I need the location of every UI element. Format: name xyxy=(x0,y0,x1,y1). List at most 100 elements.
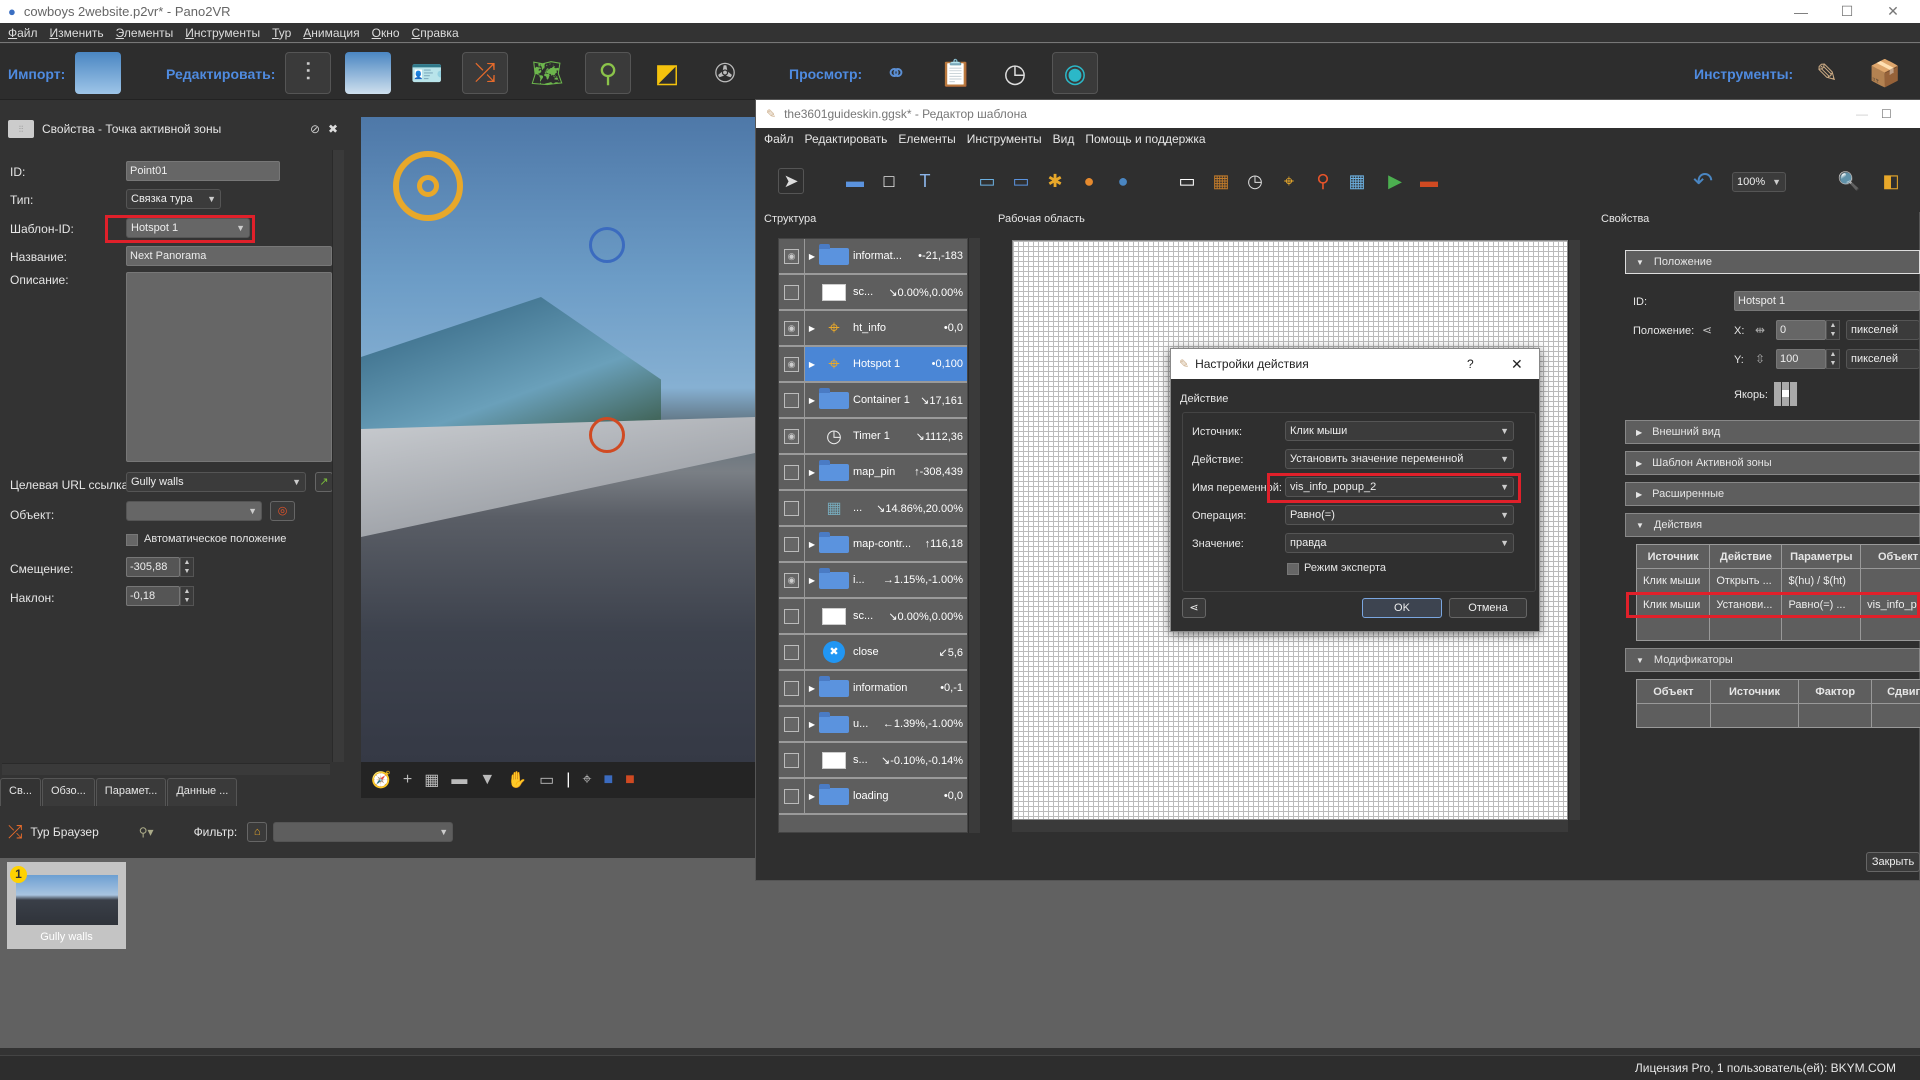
editor-menu-elements[interactable]: Елементы xyxy=(898,132,955,146)
value-select[interactable]: правда ▼ xyxy=(1285,533,1514,553)
table-row-empty[interactable] xyxy=(1635,616,1920,641)
video-icon[interactable]: ▶ xyxy=(1382,168,1408,194)
menu-help[interactable]: Справка xyxy=(412,26,459,40)
menu-edit[interactable]: Изменить xyxy=(50,26,104,40)
tree-item[interactable]: ▶ map_pin ↑-308,439 xyxy=(779,455,967,491)
compass-icon[interactable]: 🧭 xyxy=(371,770,391,790)
expert-mode-checkbox[interactable] xyxy=(1287,563,1299,575)
cloner-grid-icon[interactable]: ▦ xyxy=(1208,168,1234,194)
visibility-toggle[interactable] xyxy=(779,527,805,561)
expand-arrow-icon[interactable]: ▶ xyxy=(805,576,819,585)
pick-url-button[interactable]: ↗ xyxy=(315,472,333,492)
close-panel-icon[interactable]: ✖ xyxy=(328,122,338,136)
red-color-icon[interactable]: ■ xyxy=(625,771,635,789)
visibility-toggle[interactable] xyxy=(779,455,805,489)
zoom-select[interactable]: 100% ▼ xyxy=(1732,172,1786,192)
expand-arrow-icon[interactable]: ▶ xyxy=(805,720,819,729)
tree-item[interactable]: ◉ ▶ ⌖ ht_info •0,0 xyxy=(779,311,967,347)
undo-icon[interactable]: ↶ xyxy=(1690,168,1716,195)
properties-horizontal-scrollbar[interactable] xyxy=(2,763,330,775)
tree-item[interactable]: ◉ ▶ i... →1.15%,-1.00% xyxy=(779,563,967,599)
visibility-toggle[interactable] xyxy=(779,491,805,525)
id-input[interactable]: Point01 xyxy=(126,161,280,181)
hotspot-element-icon[interactable]: ⌖ xyxy=(1276,168,1302,194)
expand-arrow-icon[interactable]: ▶ xyxy=(805,540,819,549)
visibility-toggle[interactable]: ◉ xyxy=(779,311,805,345)
editor-menu-view[interactable]: Вид xyxy=(1053,132,1075,146)
import-panorama-icon[interactable] xyxy=(75,52,121,94)
workarea-vertical-scrollbar[interactable] xyxy=(1568,240,1580,820)
appearance-section-header[interactable]: ▶ Внешний вид xyxy=(1625,420,1920,444)
table-row-empty[interactable] xyxy=(1636,703,1920,728)
blue-hotspot-marker-icon[interactable] xyxy=(589,227,625,263)
workarea-horizontal-scrollbar[interactable] xyxy=(1012,820,1568,832)
editor-menu-edit[interactable]: Редактировать xyxy=(805,132,888,146)
help-button[interactable]: ? xyxy=(1467,357,1474,371)
tree-item[interactable]: sc... ↘0.00%,0.00% xyxy=(779,275,967,311)
tree-item[interactable]: ◉ ▶ informat... •-21,-183 xyxy=(779,239,967,275)
projection-icon[interactable]: ▼ xyxy=(479,771,495,789)
ok-button[interactable]: OK xyxy=(1362,598,1442,618)
tour-map-icon[interactable]: 🗺 xyxy=(524,52,570,94)
hotspot-target-icon[interactable] xyxy=(393,151,463,221)
editor-minimize-button[interactable]: — xyxy=(1856,107,1868,121)
name-input[interactable]: Next Panorama xyxy=(126,246,332,266)
tree-item[interactable]: ▦... ↘14.86%,20.00% xyxy=(779,491,967,527)
pano-view-icon[interactable]: ▭ xyxy=(539,770,554,790)
visibility-toggle[interactable] xyxy=(779,635,805,669)
anchor-grid[interactable] xyxy=(1774,382,1798,406)
operation-select[interactable]: Равно(=) ▼ xyxy=(1285,505,1514,525)
auto-position-checkbox[interactable] xyxy=(126,534,138,546)
properties-vertical-scrollbar[interactable] xyxy=(332,150,344,762)
link-icon[interactable]: ⋖ xyxy=(1182,598,1206,618)
menu-elements[interactable]: Элементы xyxy=(116,26,174,40)
menu-tools[interactable]: Инструменты xyxy=(185,26,260,40)
description-textarea[interactable] xyxy=(126,272,332,462)
x-spinner[interactable]: ▲ ▼ xyxy=(1826,320,1840,340)
rectangle-icon[interactable]: □ xyxy=(876,168,902,194)
target-url-select[interactable]: Gully walls ▼ xyxy=(126,472,306,492)
x-unit-select[interactable]: пикселей xyxy=(1846,320,1920,340)
tab-properties[interactable]: Св... xyxy=(0,778,41,806)
y-unit-select[interactable]: пикселей xyxy=(1846,349,1920,369)
select-pointer-icon[interactable]: ➤ xyxy=(778,168,804,194)
external-icon[interactable]: ● xyxy=(1076,168,1102,194)
tilt-input[interactable]: -0,18 xyxy=(126,586,180,606)
structure-scrollbar[interactable] xyxy=(968,238,980,833)
object-select[interactable]: ▼ xyxy=(126,501,262,521)
actions-section-header[interactable]: ▼ Действия xyxy=(1625,513,1920,537)
expand-arrow-icon[interactable]: ▶ xyxy=(805,684,819,693)
google-street-view-icon[interactable]: ◩ xyxy=(644,52,690,94)
pan-spinner[interactable]: ▲ ▼ xyxy=(180,557,194,577)
editor-maximize-button[interactable]: ☐ xyxy=(1881,107,1892,121)
viewing-parameters-icon[interactable]: ⫶ xyxy=(285,52,331,94)
visibility-toggle[interactable] xyxy=(779,779,805,813)
expand-arrow-icon[interactable]: ▶ xyxy=(805,396,819,405)
expand-arrow-icon[interactable]: ▶ xyxy=(805,252,819,261)
menu-tour[interactable]: Тур xyxy=(272,26,291,40)
cancel-button[interactable]: Отмена xyxy=(1449,598,1527,618)
grid-icon[interactable]: ▦ xyxy=(424,770,439,790)
tree-item[interactable]: ▶ loading •0,0 xyxy=(779,779,967,815)
tree-item[interactable]: ▶ Container 1 ↘17,161 xyxy=(779,383,967,419)
expand-arrow-icon[interactable]: ▶ xyxy=(805,468,819,477)
menu-file[interactable]: Файл xyxy=(8,26,38,40)
map-element-icon[interactable]: ▦ xyxy=(1344,168,1370,194)
tree-item[interactable]: sc... ↘0.00%,0.00% xyxy=(779,599,967,635)
maximize-button[interactable]: ☐ xyxy=(1824,3,1870,20)
clipboard-icon[interactable]: 📋 xyxy=(933,52,979,94)
tab-parameters[interactable]: Парамет... xyxy=(95,778,167,806)
editor-menu-tools[interactable]: Инструменты xyxy=(967,132,1042,146)
tag-filter-icon[interactable]: ⌂ xyxy=(247,822,268,842)
tree-item[interactable]: ◉ ◷ Timer 1 ↘1112,36 xyxy=(779,419,967,455)
skin-editor-icon[interactable]: ✎ xyxy=(1804,52,1850,94)
map-pin-icon[interactable]: ⚲ xyxy=(1310,168,1336,194)
float-panel-icon[interactable]: ⊘ xyxy=(310,122,320,136)
hotspot-tool-icon[interactable]: ⚲ xyxy=(585,52,631,94)
tree-item[interactable]: ▶ u... ←1.39%,-1.00% xyxy=(779,707,967,743)
y-input[interactable]: 100 xyxy=(1776,349,1826,369)
filter-select[interactable]: ▼ xyxy=(273,822,454,842)
binoculars-icon[interactable]: ⚭ xyxy=(873,52,919,94)
close-button[interactable]: ✕ xyxy=(1870,3,1916,20)
timer-icon[interactable]: ◷ xyxy=(992,52,1038,94)
